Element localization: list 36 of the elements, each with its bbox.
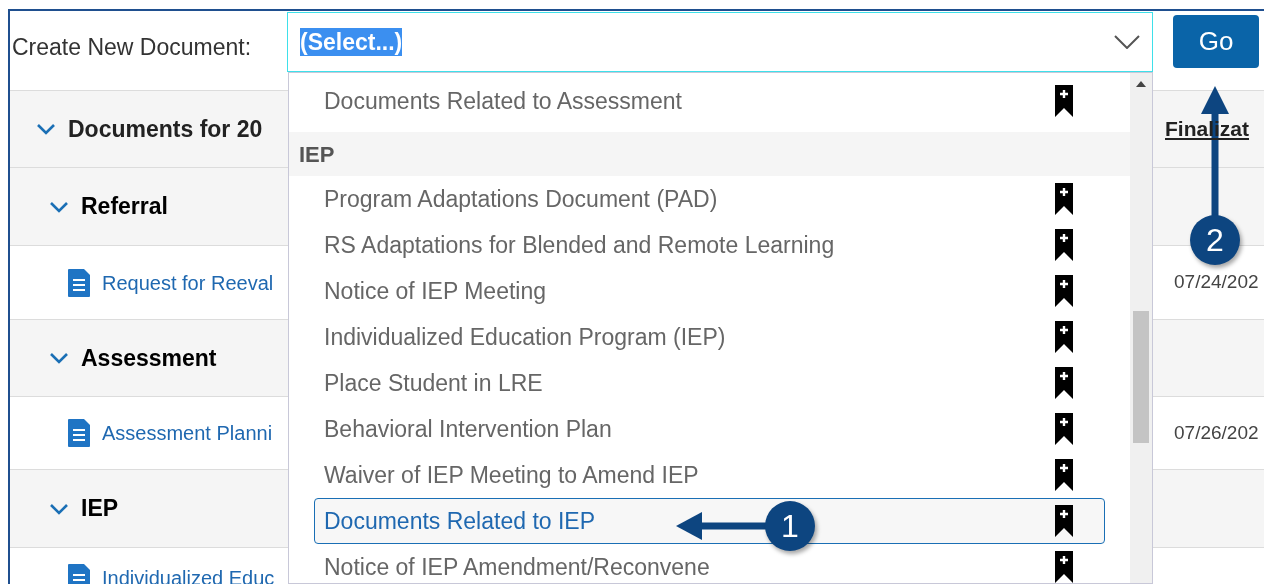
bookmark-plus-icon[interactable] [1054,85,1074,117]
bookmark-plus-icon[interactable] [1054,459,1074,491]
bookmark-plus-icon[interactable] [1054,505,1074,537]
document-link[interactable]: Assessment Planni [102,418,273,448]
bookmark-plus-icon[interactable] [1054,183,1074,215]
document-icon [68,268,90,297]
dropdown-option[interactable]: Program Adaptations Document (PAD) [314,176,1105,222]
bookmark-plus-icon[interactable] [1054,321,1074,353]
date-cell-text: 07/26/202 [1174,420,1259,445]
group-title: Assessment [81,343,217,373]
option-group-label: IEP [299,140,335,169]
bookmark-plus-icon[interactable] [1054,367,1074,399]
scrollbar-thumb[interactable] [1133,311,1149,443]
go-button[interactable]: Go [1173,15,1259,68]
document-link[interactable]: Individualized Educ [102,562,275,584]
section-title: Documents for 20 [68,114,263,144]
bookmark-plus-icon[interactable] [1054,229,1074,261]
dropdown-option[interactable]: RS Adaptations for Blended and Remote Learning [314,222,1105,268]
scroll-up-icon[interactable] [1136,81,1146,87]
document-icon [68,419,90,447]
dropdown-option[interactable]: Behavioral Intervention Plan [314,406,1105,452]
bookmark-plus-icon[interactable] [1054,275,1074,307]
dropdown-option[interactable]: Individualized Education Program (IEP) [314,314,1105,360]
scrollbar[interactable] [1130,73,1152,583]
dropdown-option[interactable]: Documents Related to Assessment [314,78,1105,124]
date-cell-text: 07/24/202 [1174,270,1259,295]
dropdown-option[interactable]: Notice of IEP Meeting [314,268,1105,314]
dropdown-option[interactable]: Waiver of IEP Meeting to Amend IEP [314,452,1105,498]
group-title: Referral [81,192,168,222]
caret-icon [1114,35,1140,49]
group-title: IEP [81,494,119,524]
bookmark-plus-icon[interactable] [1054,413,1074,445]
document-link[interactable]: Request for Reeval [102,267,274,298]
dropdown-option[interactable]: Place Student in LRE [314,360,1105,406]
bookmark-plus-icon[interactable] [1054,551,1074,583]
create-document-label: Create New Document: [11,33,253,62]
